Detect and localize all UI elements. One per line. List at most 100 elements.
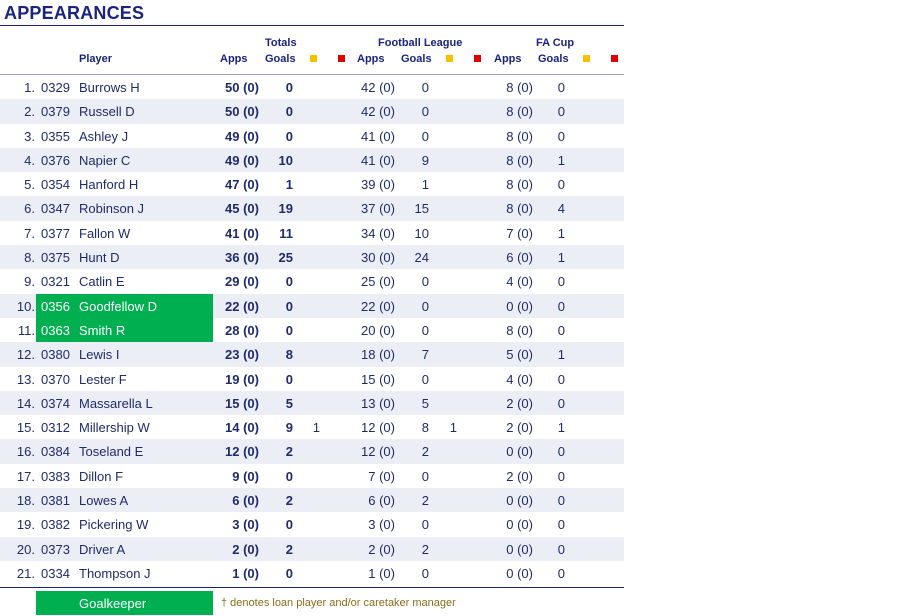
- player-name: Massarella L: [79, 395, 153, 411]
- table-row: 16. 0384 Toseland E 12 (0) 2 12 (0) 2 0 (0) 0: [0, 439, 624, 464]
- yellow-card-icon: [583, 55, 590, 62]
- row-number: 12.: [16, 347, 35, 363]
- player-code: 0363: [41, 322, 70, 338]
- league-apps: 1 (0): [368, 565, 395, 581]
- row-number: 20.: [16, 541, 35, 557]
- row-number: 11.: [17, 322, 35, 338]
- cup-goals: 0: [557, 298, 565, 314]
- player-code: 0377: [41, 225, 70, 241]
- header-football-league: Football League: [378, 37, 463, 49]
- player-name: Dillon F: [79, 468, 124, 484]
- header-league-goals: Goals: [401, 53, 432, 65]
- player-code: 0312: [41, 420, 70, 436]
- league-apps: 22 (0): [361, 298, 395, 314]
- league-apps: 7 (0): [368, 468, 395, 484]
- loan-note: † denotes loan player and/or caretaker m…: [221, 597, 456, 609]
- total-apps: 1 (0): [232, 565, 259, 581]
- cup-apps: 8 (0): [506, 152, 533, 168]
- row-number: 14.: [16, 395, 35, 411]
- player-code: 0376: [41, 152, 70, 168]
- cup-apps: 0 (0): [506, 517, 533, 533]
- total-apps: 12 (0): [225, 444, 259, 460]
- table-row: 1. 0329 Burrows H 50 (0) 0 42 (0) 0 8 (0) 0: [0, 75, 624, 99]
- row-number: 16.: [16, 444, 35, 460]
- league-apps: 18 (0): [361, 347, 395, 363]
- total-apps: 22 (0): [225, 298, 259, 314]
- league-apps: 39 (0): [361, 177, 395, 193]
- league-apps: 34 (0): [361, 225, 395, 241]
- cup-goals: 1: [557, 152, 565, 168]
- player-name: Burrows H: [79, 80, 140, 95]
- row-number: 7.: [24, 225, 35, 241]
- league-apps: 25 (0): [361, 274, 395, 290]
- player-name: Catlin E: [79, 274, 125, 290]
- league-apps: 37 (0): [361, 201, 395, 217]
- total-goals: 5: [285, 395, 293, 411]
- row-number: 13.: [16, 371, 35, 387]
- league-goals: 10: [414, 225, 429, 241]
- cup-goals: 0: [557, 80, 565, 95]
- total-apps: 49 (0): [225, 128, 259, 144]
- cup-apps: 8 (0): [506, 80, 533, 95]
- cup-apps: 6 (0): [506, 250, 533, 266]
- total-goals: 1: [285, 177, 293, 193]
- total-goals: 2: [285, 444, 293, 460]
- cup-apps: 4 (0): [506, 274, 533, 290]
- cup-goals: 0: [557, 274, 565, 290]
- total-apps: 23 (0): [225, 347, 259, 363]
- table-row: 6. 0347 Robinson J 45 (0) 19 37 (0) 15 8 (0) 4: [0, 196, 624, 221]
- league-goals: 0: [421, 322, 429, 338]
- yellow-card-icon: [310, 55, 317, 62]
- table-row: 15. 0312 Millership W 14 (0) 9 1 12 (0) 8 1 2 (0)…: [0, 415, 624, 439]
- league-goals: 0: [421, 298, 429, 314]
- player-name: Millership W: [79, 420, 150, 436]
- table-row: 3. 0355 Ashley J 49 (0) 0 41 (0) 0 8 (0) 0: [0, 124, 624, 148]
- table-row: 20. 0373 Driver A 2 (0) 2 2 (0) 2 0 (0) 0: [0, 536, 624, 561]
- player-code: 0380: [41, 347, 70, 363]
- cup-goals: 0: [557, 468, 565, 484]
- total-apps: 2 (0): [232, 541, 259, 557]
- player-name: Driver A: [79, 541, 126, 557]
- cup-goals: 0: [557, 444, 565, 460]
- player-name: Goodfellow D: [79, 298, 158, 314]
- league-apps: 41 (0): [361, 128, 395, 144]
- header-league-apps: Apps: [357, 53, 385, 65]
- row-number: 18.: [16, 493, 35, 509]
- league-goals: 0: [421, 274, 429, 290]
- header-cup-apps: Apps: [494, 53, 522, 65]
- cup-goals: 0: [557, 565, 565, 581]
- league-apps: 6 (0): [368, 493, 395, 509]
- player-name: Napier C: [79, 152, 131, 168]
- total-apps: 9 (0): [232, 468, 259, 484]
- total-goals: 0: [285, 371, 293, 387]
- total-goals: 2: [285, 493, 293, 509]
- total-apps: 14 (0): [225, 420, 259, 436]
- league-goals: 0: [421, 565, 429, 581]
- cup-apps: 8 (0): [506, 128, 533, 144]
- total-apps: 19 (0): [225, 371, 259, 387]
- cup-goals: 0: [557, 395, 565, 411]
- row-number: 4.: [24, 152, 35, 168]
- row-number: 8.: [24, 250, 35, 266]
- player-name: Lewis I: [79, 347, 120, 363]
- player-code: 0370: [41, 371, 70, 387]
- row-number: 1.: [24, 80, 35, 95]
- player-code: 0329: [41, 80, 70, 95]
- player-name: Hunt D: [79, 250, 120, 266]
- total-goals: 2: [285, 541, 293, 557]
- total-goals: 19: [278, 201, 293, 217]
- total-goals: 8: [285, 347, 293, 363]
- cup-goals: 0: [557, 128, 565, 144]
- red-card-icon: [611, 55, 618, 62]
- league-apps: 20 (0): [361, 322, 395, 338]
- yellow-card-icon: [446, 55, 453, 62]
- cup-apps: 0 (0): [506, 565, 533, 581]
- league-apps: 30 (0): [361, 250, 395, 266]
- table-row: 11. 0363 Smith R 28 (0) 0 20 (0) 0 8 (0) 0: [0, 317, 624, 343]
- total-apps: 45 (0): [225, 201, 259, 217]
- title-divider: [0, 25, 624, 26]
- cup-goals: 1: [557, 347, 565, 363]
- player-name: Pickering W: [79, 517, 149, 533]
- total-goals: 0: [285, 517, 293, 533]
- cup-goals: 4: [557, 201, 565, 217]
